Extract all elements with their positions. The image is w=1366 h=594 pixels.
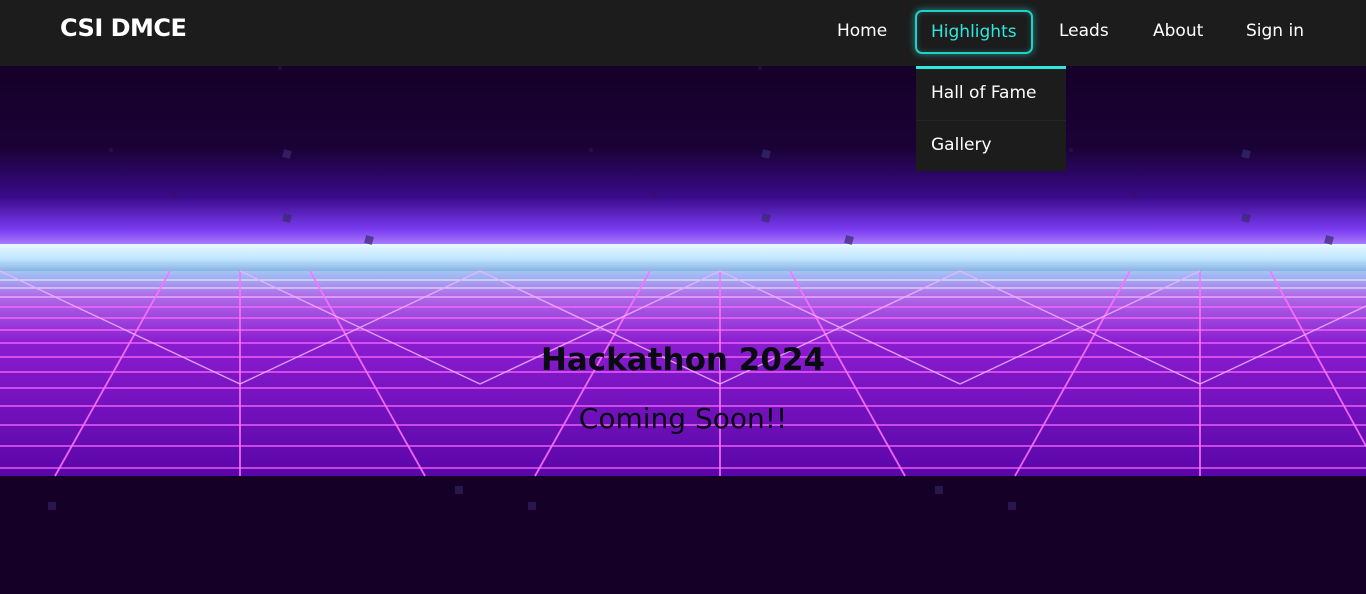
highlights-dropdown-menu: Hall of Fame Gallery — [916, 66, 1066, 171]
dropdown-item-hall-of-fame[interactable]: Hall of Fame — [916, 69, 1066, 121]
brand-logo[interactable]: CSI DMCE — [60, 14, 187, 42]
nav-highlights-link[interactable]: Highlights — [915, 10, 1033, 54]
navbar: CSI DMCE Home Highlights Leads About Sig… — [0, 0, 1366, 66]
hero-title: Hackathon 2024 — [540, 342, 826, 378]
nav-leads-link[interactable]: Leads — [1059, 0, 1109, 66]
dropdown-item-gallery[interactable]: Gallery — [916, 121, 1066, 171]
hero-banner: Hackathon 2024 Coming Soon!! — [0, 66, 1366, 594]
nav-signin-link[interactable]: Sign in — [1246, 0, 1304, 66]
synthwave-grid-background — [0, 66, 1366, 594]
nav-home-link[interactable]: Home — [837, 0, 887, 66]
hero-subtitle: Coming Soon!! — [578, 402, 788, 435]
nav-about-link[interactable]: About — [1153, 0, 1203, 66]
